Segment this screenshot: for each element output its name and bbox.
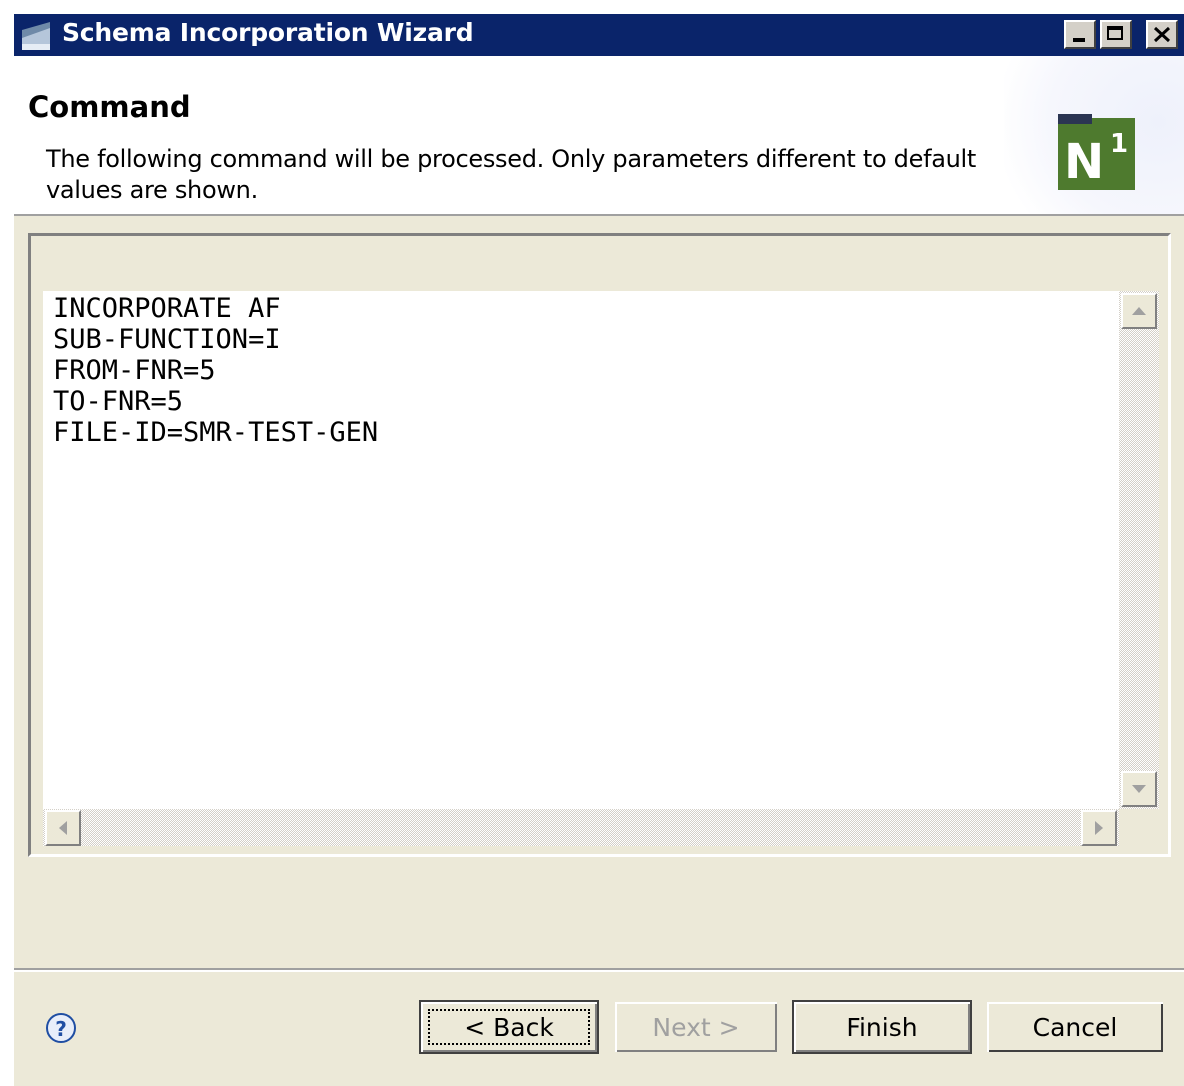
svg-text:?: ? — [55, 1017, 67, 1041]
maximize-button[interactable] — [1100, 20, 1132, 49]
command-line: FILE-ID=SMR-TEST-GEN — [53, 417, 379, 448]
finish-button-label: Finish — [846, 1012, 918, 1042]
command-line: INCORPORATE AF — [53, 293, 281, 324]
svg-text:N: N — [1064, 134, 1104, 190]
title-bar[interactable]: Schema Incorporation Wizard — [14, 14, 1184, 56]
wizard-header: Command The following command will be pr… — [14, 56, 1184, 216]
arrow-right-icon — [1095, 821, 1103, 835]
command-text[interactable]: INCORPORATE AF SUB-FUNCTION=I FROM-FNR=5 TO… — [53, 293, 378, 448]
minimize-button[interactable] — [1064, 20, 1096, 49]
next-button[interactable]: Next > — [613, 1000, 779, 1054]
back-button[interactable]: < Back — [419, 1000, 599, 1054]
cancel-button-label: Cancel — [1032, 1012, 1118, 1042]
page-description: The following command will be processed.… — [46, 145, 977, 204]
back-button-label: < Back — [464, 1012, 554, 1042]
arrow-up-icon — [1132, 307, 1146, 315]
n1-logo: N 1 — [1058, 114, 1135, 190]
scroll-down-button[interactable] — [1121, 771, 1157, 807]
arrow-left-icon — [59, 821, 67, 835]
wizard-window: Schema Incorporation Wizard Command The … — [14, 14, 1184, 1086]
close-icon — [1153, 26, 1171, 43]
vertical-scrollbar[interactable] — [1119, 291, 1159, 809]
svg-text:1: 1 — [1110, 129, 1128, 159]
window-title: Schema Incorporation Wizard — [62, 18, 474, 47]
help-icon[interactable]: ? — [45, 1012, 77, 1044]
window-icon — [22, 22, 50, 50]
scroll-right-button[interactable] — [1081, 810, 1117, 846]
command-text-area[interactable]: INCORPORATE AF SUB-FUNCTION=I FROM-FNR=5 TO… — [43, 291, 1159, 846]
cancel-button[interactable]: Cancel — [985, 1000, 1165, 1054]
next-button-label: Next > — [652, 1012, 740, 1042]
command-line: SUB-FUNCTION=I — [53, 324, 281, 355]
command-line: TO-FNR=5 — [53, 386, 184, 417]
page-title: Command — [28, 90, 191, 124]
horizontal-scrollbar[interactable] — [43, 809, 1119, 846]
scroll-left-button[interactable] — [45, 810, 81, 846]
arrow-down-icon — [1132, 785, 1146, 793]
scroll-up-button[interactable] — [1121, 293, 1157, 329]
command-line: FROM-FNR=5 — [53, 355, 216, 386]
close-button[interactable] — [1146, 20, 1178, 49]
finish-button[interactable]: Finish — [792, 1000, 972, 1054]
button-bar-separator — [14, 968, 1184, 972]
scrollbar-corner — [1119, 809, 1159, 846]
